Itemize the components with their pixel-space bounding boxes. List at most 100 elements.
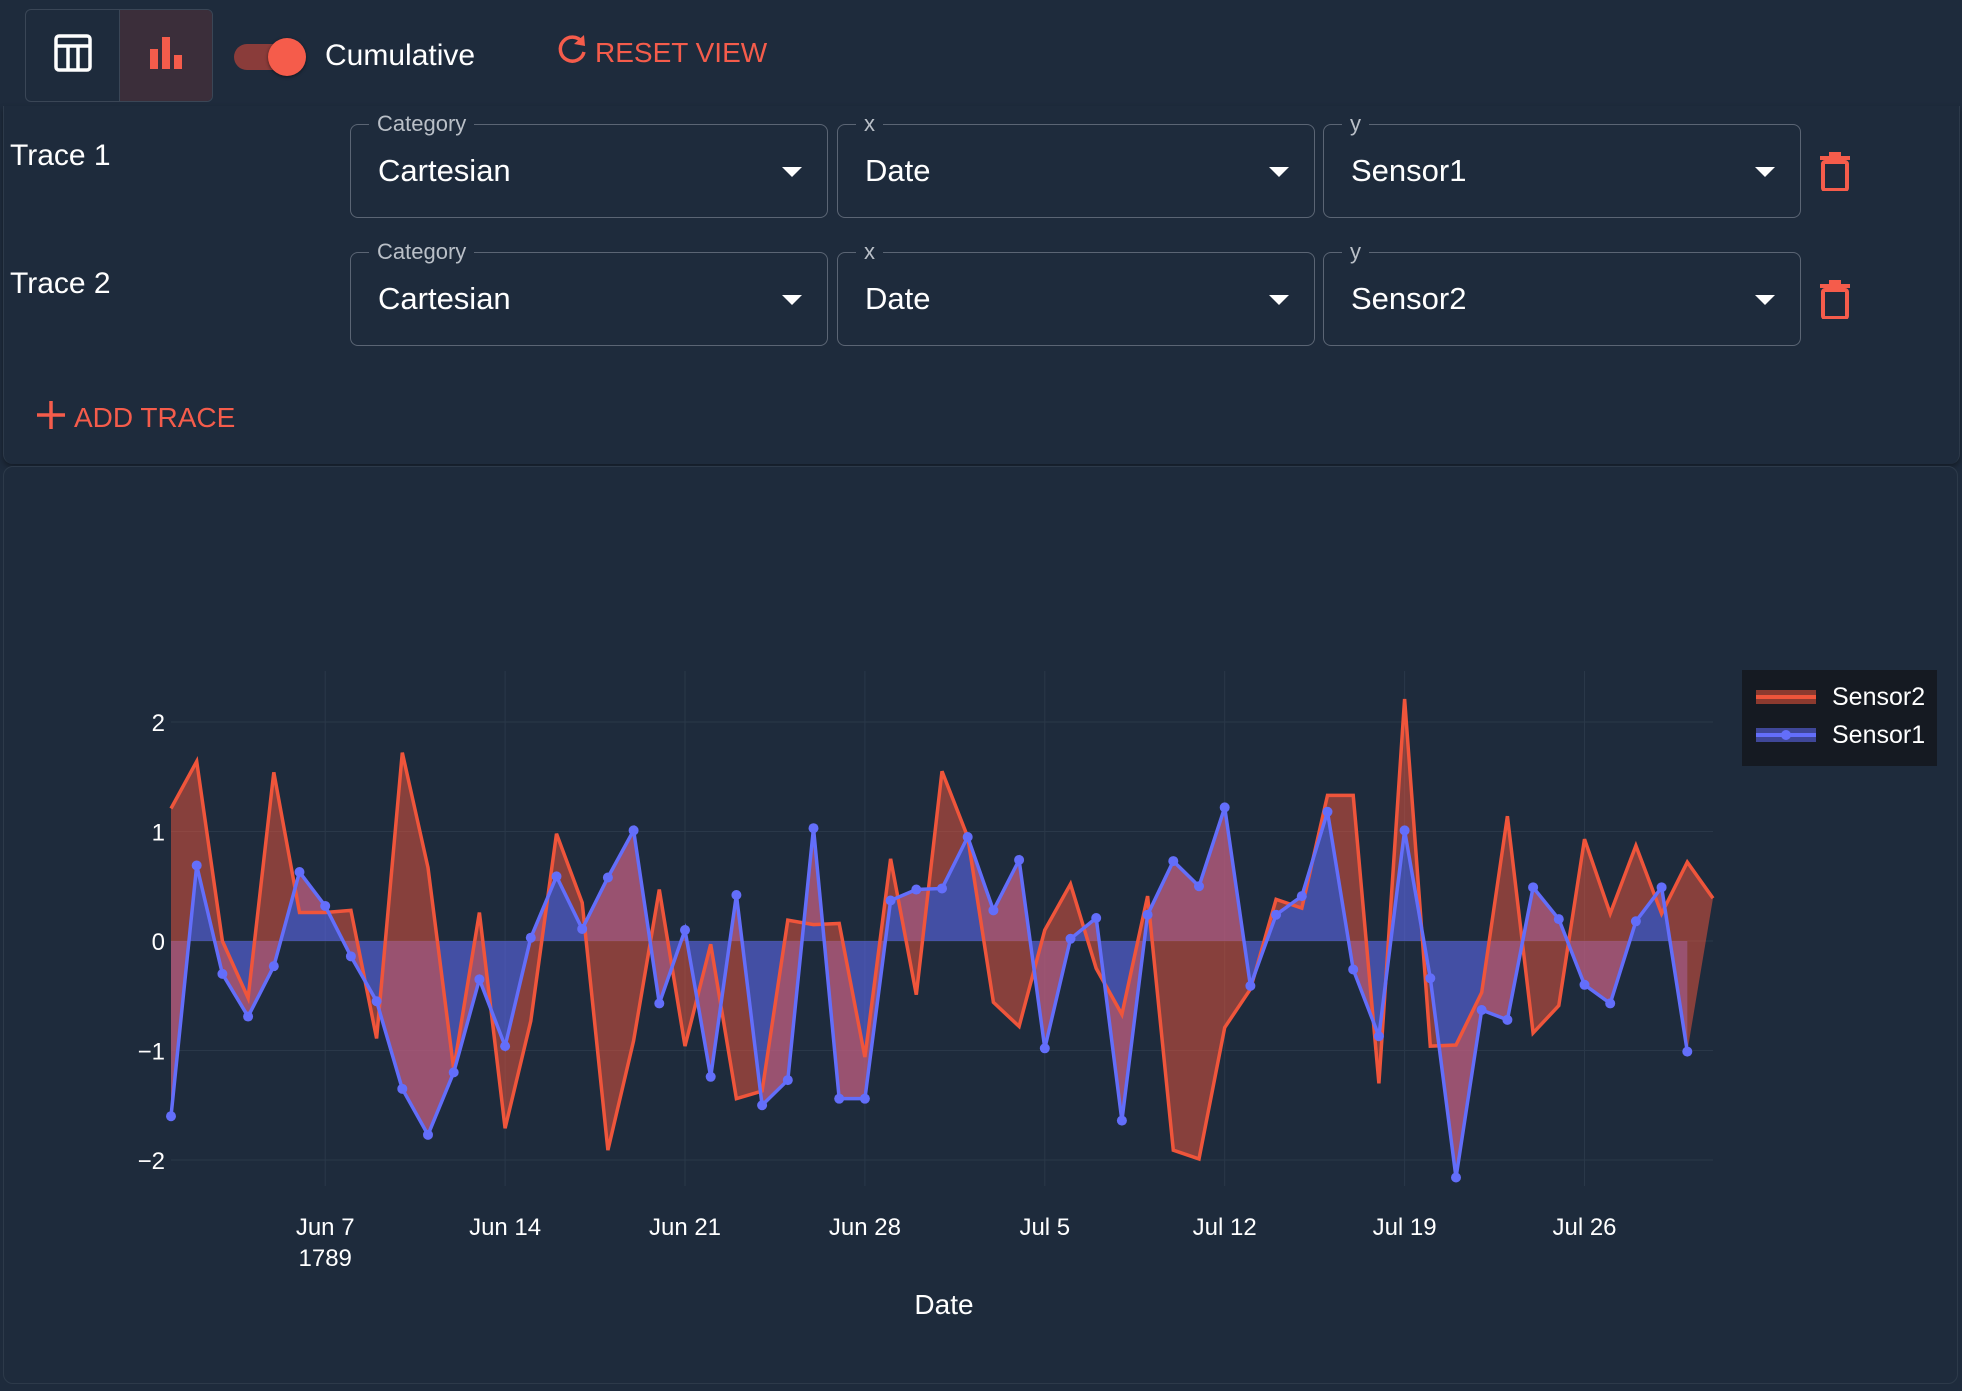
sensor1-point [1296, 891, 1307, 902]
caret-down-icon [1755, 295, 1775, 305]
x-tick-label: Jul 19 [1373, 1214, 1437, 1241]
sensor1-point [1682, 1046, 1693, 1057]
x-tick-label: Jun 28 [829, 1214, 901, 1241]
legend-swatch-sensor1 [1756, 728, 1816, 742]
y-select[interactable]: y Sensor1 [1323, 110, 1801, 218]
reset-view-button[interactable]: RESET VIEW [555, 31, 767, 75]
sensor1-point [1579, 979, 1590, 990]
chart-legend: Sensor2 Sensor1 [1742, 670, 1937, 766]
cumulative-toggle[interactable] [232, 38, 308, 76]
sensor1-point [1168, 856, 1179, 867]
category-select[interactable]: Category Cartesian [350, 110, 828, 218]
legend-item-sensor1[interactable]: Sensor1 [1754, 718, 1934, 754]
x-select[interactable]: x Date [837, 238, 1315, 346]
caret-down-icon [1269, 167, 1289, 177]
caret-down-icon [782, 167, 802, 177]
sensor1-point [911, 884, 922, 895]
field-value: Sensor1 [1351, 153, 1467, 188]
sensor1-point [1399, 825, 1410, 836]
trash-icon [1820, 152, 1850, 195]
sensor1-point [654, 998, 665, 1009]
sensor1-point [1348, 964, 1359, 975]
legend-item-sensor2[interactable]: Sensor2 [1754, 680, 1934, 716]
sensor1-point [628, 825, 639, 836]
sensor1-point [1630, 916, 1641, 927]
sensor1-point [705, 1071, 716, 1082]
sensor1-point [1194, 881, 1204, 892]
sensor1-point [1656, 882, 1667, 893]
delete-trace-button[interactable] [1820, 279, 1850, 320]
field-value: Date [865, 281, 931, 316]
add-trace-label: ADD TRACE [74, 402, 236, 433]
sensor1-point [474, 974, 485, 985]
sensor1-point [320, 900, 331, 911]
x-axis-title: Date [914, 1289, 973, 1320]
sensor1-point [1091, 913, 1102, 924]
sensor1-point [1014, 854, 1025, 865]
sensor1-point [1065, 933, 1076, 944]
trace-row: Trace 2 Category Cartesian x Date y Sens… [4, 234, 1959, 346]
sensor1-point [1245, 980, 1256, 991]
sensor1-point [577, 923, 588, 934]
sensor1-point [757, 1100, 768, 1111]
x-tick-label: Jul 26 [1552, 1214, 1616, 1241]
sensor1-point [602, 872, 613, 883]
sensor1-point [243, 1011, 254, 1022]
x-tick-year-label: 1789 [299, 1245, 352, 1272]
toolbar: Cumulative RESET VIEW [0, 0, 1962, 106]
field-label: x [856, 110, 883, 138]
category-select[interactable]: Category Cartesian [350, 238, 828, 346]
sensor1-point [525, 932, 536, 943]
reset-view-label: RESET VIEW [595, 37, 768, 68]
sensor1-point [859, 1093, 870, 1104]
sensor1-point [1605, 998, 1616, 1009]
sensor1-point [1476, 1004, 1487, 1015]
add-trace-button[interactable]: ADD TRACE [36, 396, 235, 440]
x-tick-label: Jun 7 [296, 1214, 355, 1241]
sensor1-point [1322, 806, 1333, 817]
x-tick-label: Jun 21 [649, 1214, 721, 1241]
sensor1-point [680, 925, 690, 936]
y-tick-label: 2 [152, 710, 165, 737]
table-icon [53, 33, 93, 78]
sensor1-point [1039, 1043, 1050, 1054]
delete-trace-button[interactable] [1820, 151, 1850, 192]
legend-label: Sensor1 [1832, 721, 1926, 749]
trace-row: Trace 1 Category Cartesian x Date y Sens… [4, 106, 1959, 218]
field-value: Date [865, 153, 931, 188]
sensor1-point [448, 1067, 459, 1078]
sensor1-point [1142, 909, 1153, 920]
traces-panel: Trace 1 Category Cartesian x Date y Sens… [3, 106, 1960, 464]
sensor1-point [345, 951, 356, 962]
table-view-button[interactable] [26, 10, 119, 101]
y-select[interactable]: y Sensor2 [1323, 238, 1801, 346]
trash-icon [1820, 280, 1850, 323]
sensor1-point [371, 996, 382, 1007]
x-tick-label: Jul 12 [1193, 1214, 1257, 1241]
legend-label: Sensor2 [1832, 683, 1926, 711]
sensor1-point [937, 883, 947, 894]
field-value: Sensor2 [1351, 281, 1467, 316]
field-label: y [1342, 238, 1369, 266]
view-toggle-group [25, 9, 213, 102]
field-value: Cartesian [378, 281, 511, 316]
sensor1-point [808, 823, 819, 834]
sensor1-point [1553, 914, 1564, 925]
refresh-icon [555, 33, 595, 74]
sensor1-point [1219, 802, 1230, 813]
chart[interactable]: 2 1 0 −1 −2 Jun 7 1789 Jun 14 Jun 21 Jun 28 Jul 5 J… [4, 467, 1957, 1383]
bar-chart-icon [148, 35, 184, 76]
y-tick-label: −1 [138, 1039, 165, 1066]
trace-label: Trace 1 [10, 139, 111, 172]
field-label: x [856, 238, 883, 266]
sensor1-point [500, 1041, 511, 1052]
x-tick-label: Jul 5 [1019, 1214, 1070, 1241]
sensor1-point [268, 961, 279, 972]
chart-view-button[interactable] [119, 10, 212, 101]
sensor1-point [191, 860, 202, 871]
x-select[interactable]: x Date [837, 110, 1315, 218]
legend-swatch-sensor2 [1756, 690, 1816, 704]
y-tick-label: −2 [138, 1148, 165, 1175]
toggle-thumb [268, 38, 306, 76]
y-tick-label: 0 [152, 929, 165, 956]
